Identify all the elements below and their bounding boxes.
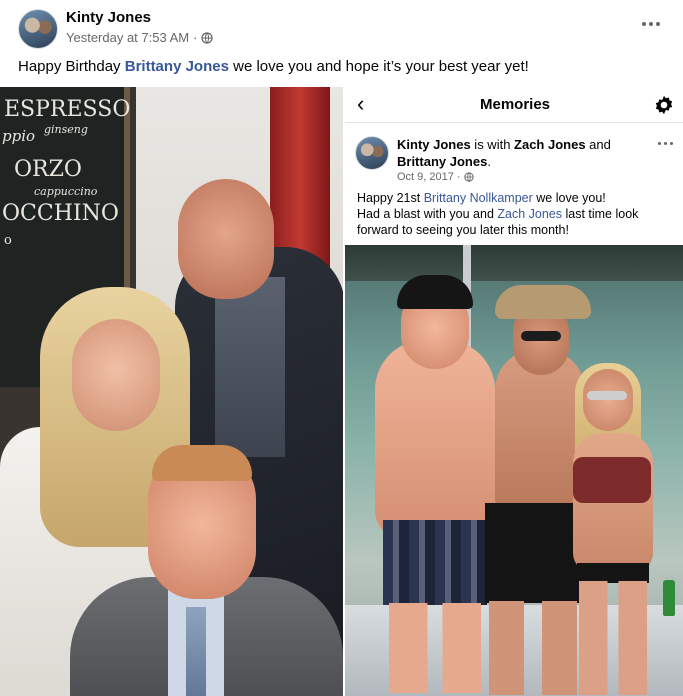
memory-text-part: we love you!: [532, 191, 606, 205]
tagged-person[interactable]: Brittany Jones: [397, 154, 487, 169]
person-three-torso: [573, 433, 653, 573]
person-two-legs: [489, 601, 577, 695]
author-avatar[interactable]: [18, 9, 58, 49]
memories-title: Memories: [479, 96, 551, 113]
chalk-word: OCCHINO: [2, 201, 119, 226]
memory-author[interactable]: Kinty Jones: [397, 137, 471, 152]
man-shirt: [215, 277, 285, 457]
tagged-person[interactable]: Zach Jones: [514, 137, 586, 152]
bikini-top: [573, 457, 651, 503]
post-text: Happy Birthday Brittany Jones we love yo…: [18, 58, 529, 75]
post-timestamp[interactable]: Yesterday at 7:53 AM: [66, 30, 189, 45]
person-one-torso: [375, 340, 495, 540]
author-name[interactable]: Kinty Jones: [66, 9, 151, 26]
period: .: [487, 154, 491, 169]
meta-separator: ·: [193, 30, 198, 45]
chalk-word: cappuccino: [34, 185, 98, 198]
black-shorts: [485, 503, 581, 603]
person-three-head: [583, 369, 633, 431]
chalk-word: ppio: [2, 127, 36, 145]
memory-text-part: Had a blast with you and: [357, 207, 498, 221]
memory-meta: Oct 9, 2017 ·: [397, 171, 474, 183]
memory-post: Kinty Jones is with Zach Jones and Britt…: [345, 124, 683, 244]
bikini-bottom: [577, 563, 649, 583]
sunglasses: [521, 331, 561, 341]
woman-face: [72, 319, 160, 431]
with-text: is with: [470, 137, 515, 152]
memory-text-part: Happy 21st: [357, 191, 424, 205]
person-three-legs: [579, 581, 647, 695]
globe-icon: [463, 172, 474, 182]
chalk-word: ESPRESSO: [4, 97, 131, 122]
memories-header: ‹ Memories: [345, 87, 683, 123]
mention-link[interactable]: Brittany Jones: [125, 58, 229, 75]
more-options-icon[interactable]: [658, 142, 673, 145]
memory-post-heading: Kinty Jones is with Zach Jones and Britt…: [397, 136, 647, 170]
chalk-word: ORZO: [14, 157, 82, 182]
post-header: Kinty Jones Yesterday at 7:53 AM ·: [0, 0, 683, 56]
mention-link[interactable]: Brittany Nollkamper: [424, 191, 533, 205]
memory-author-avatar[interactable]: [355, 136, 389, 170]
plaid-shorts: [383, 520, 487, 605]
and-text: and: [585, 137, 611, 152]
gear-icon[interactable]: [653, 94, 675, 116]
boat-photo[interactable]: [345, 245, 683, 696]
mirrored-sunglasses: [587, 391, 627, 400]
mention-link[interactable]: Zach Jones: [497, 207, 562, 221]
person-two-torso: [495, 350, 585, 520]
more-options-icon[interactable]: [639, 14, 663, 34]
man-head: [178, 179, 274, 299]
post-text-start: Happy Birthday: [18, 58, 125, 75]
memory-text: Happy 21st Brittany Nollkamper we love y…: [357, 190, 677, 238]
post-text-end: we love you and hope it’s your best year…: [228, 58, 529, 75]
memory-date[interactable]: Oct 9, 2017: [397, 171, 454, 183]
straw-hat: [495, 285, 591, 319]
memories-screenshot[interactable]: ‹ Memories Kinty Jones is with Zach Jone…: [343, 87, 683, 696]
birthday-photo[interactable]: ESPRESSO ppio ginseng ORZO cappuccino OC…: [0, 87, 343, 696]
meta-separator: ·: [456, 171, 461, 183]
chalk-word: ginseng: [44, 123, 88, 136]
person-one-legs: [389, 603, 481, 693]
young-man-hair: [152, 445, 252, 481]
post-meta: Yesterday at 7:53 AM ·: [66, 30, 214, 45]
globe-icon[interactable]: [201, 31, 214, 44]
green-bottle: [663, 580, 675, 616]
necktie: [186, 607, 206, 696]
chalk-word: o: [4, 233, 12, 248]
boat-canopy: [345, 245, 683, 281]
